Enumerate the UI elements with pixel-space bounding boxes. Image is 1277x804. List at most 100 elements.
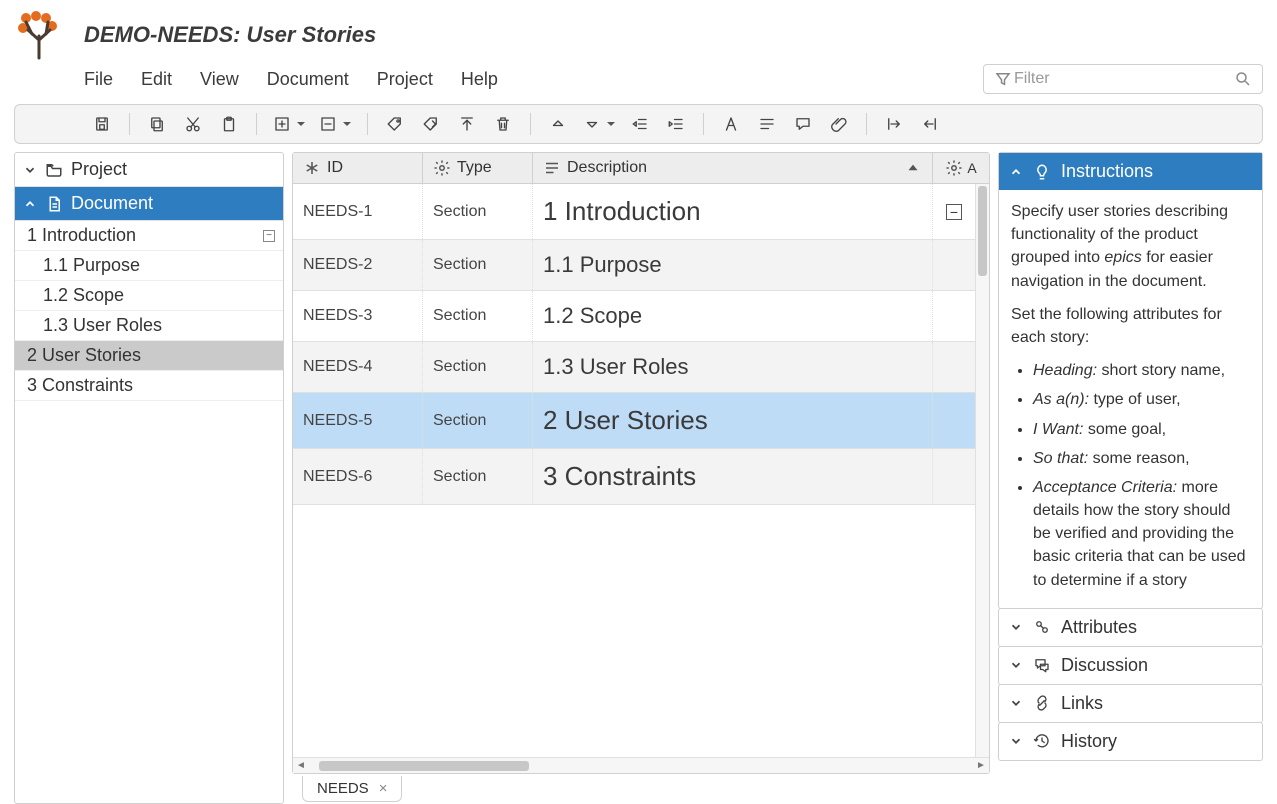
app-title: DEMO-NEEDS: User Stories	[84, 22, 376, 48]
cell-description: 1.3 User Roles	[533, 342, 933, 392]
cell-id: NEEDS-2	[293, 240, 423, 290]
tree-collapse-icon[interactable]: −	[263, 230, 275, 242]
remove-row-button[interactable]	[313, 109, 357, 139]
instructions-body: Specify user stories describing function…	[999, 190, 1262, 608]
horizontal-scrollbar[interactable]: ◄ ►	[293, 757, 989, 773]
cell-actions	[933, 393, 975, 448]
format-text-button[interactable]	[714, 109, 748, 139]
menu-edit[interactable]: Edit	[141, 69, 172, 90]
table-row[interactable]: NEEDS-1Section1 Introduction−	[293, 184, 975, 240]
cell-type: Section	[423, 449, 533, 504]
filter-box[interactable]	[983, 64, 1263, 94]
cell-description: 1 Introduction	[533, 184, 933, 239]
cell-description: 2 User Stories	[533, 393, 933, 448]
expand-width-button[interactable]	[877, 109, 911, 139]
requirements-table: ID Type Description A NEEDS-1Section1 In…	[292, 152, 990, 774]
discussion-icon	[1033, 656, 1051, 674]
instruction-bullet: I Want: some goal,	[1033, 418, 1250, 441]
side-section-attributes[interactable]: Attributes	[999, 609, 1262, 646]
document-icon	[45, 195, 63, 213]
side-section-discussion[interactable]: Discussion	[999, 647, 1262, 684]
filter-input[interactable]	[1012, 69, 1234, 89]
add-row-button[interactable]	[267, 109, 311, 139]
links-icon	[1033, 694, 1051, 712]
chevron-up-icon	[1009, 165, 1023, 179]
copy-icon	[148, 115, 166, 133]
nav-item[interactable]: 2 User Stories	[15, 341, 283, 371]
cell-description: 3 Constraints	[533, 449, 933, 504]
instruction-bullet: So that: some reason,	[1033, 447, 1250, 470]
menu-project[interactable]: Project	[377, 69, 433, 90]
table-row[interactable]: NEEDS-4Section1.3 User Roles	[293, 342, 975, 393]
properties-panel: Instructions Specify user stories descri…	[998, 152, 1263, 804]
indent-button[interactable]	[659, 109, 693, 139]
delete-button[interactable]	[486, 109, 520, 139]
cell-id: NEEDS-3	[293, 291, 423, 341]
table-row[interactable]: NEEDS-2Section1.1 Purpose	[293, 240, 975, 291]
collapse-row-icon[interactable]: −	[946, 204, 962, 220]
close-icon[interactable]: ×	[379, 780, 388, 797]
attachment-button[interactable]	[822, 109, 856, 139]
side-section-links[interactable]: Links	[999, 685, 1262, 722]
document-tab[interactable]: NEEDS×	[302, 776, 402, 802]
cut-icon	[184, 115, 202, 133]
side-section-label: Attributes	[1061, 617, 1137, 638]
column-description[interactable]: Description	[533, 153, 933, 183]
nav-item[interactable]: 1.2 Scope	[15, 281, 283, 311]
nav-document-label: Document	[71, 193, 153, 214]
nav-document[interactable]: Document	[15, 187, 283, 221]
table-row[interactable]: NEEDS-6Section3 Constraints	[293, 449, 975, 505]
column-type[interactable]: Type	[423, 153, 533, 183]
cut-button[interactable]	[176, 109, 210, 139]
chevron-down-icon	[1009, 734, 1023, 748]
vertical-scrollbar[interactable]	[975, 184, 989, 757]
side-section-instructions[interactable]: Instructions	[999, 153, 1262, 190]
nav-project[interactable]: Project	[15, 153, 283, 187]
navigator-panel: Project Document 1 Introduction− 1.1 Purp…	[14, 152, 284, 804]
nav-item[interactable]: 3 Constraints	[15, 371, 283, 401]
menu-help[interactable]: Help	[461, 69, 498, 90]
filter-icon	[994, 70, 1012, 88]
collapse-width-icon	[921, 115, 939, 133]
menu-document[interactable]: Document	[267, 69, 349, 90]
tag-icon	[386, 115, 404, 133]
side-section-history[interactable]: History	[999, 723, 1262, 760]
save-button[interactable]	[85, 109, 119, 139]
outdent-button[interactable]	[623, 109, 657, 139]
tag-up-button[interactable]	[450, 109, 484, 139]
cell-actions	[933, 291, 975, 341]
cell-type: Section	[423, 291, 533, 341]
table-row[interactable]: NEEDS-3Section1.2 Scope	[293, 291, 975, 342]
tag-forward-button[interactable]	[414, 109, 448, 139]
asterisk-icon	[303, 159, 321, 177]
lightbulb-icon	[1033, 163, 1051, 181]
cell-type: Section	[423, 184, 533, 239]
collapse-width-button[interactable]	[913, 109, 947, 139]
comment-button[interactable]	[786, 109, 820, 139]
menu-file[interactable]: File	[84, 69, 113, 90]
nav-item[interactable]: 1.1 Purpose	[15, 251, 283, 281]
move-up-button[interactable]	[541, 109, 575, 139]
move-down-button[interactable]	[577, 109, 621, 139]
app-logo	[14, 10, 64, 60]
chevron-up-icon	[23, 197, 37, 211]
paste-icon	[220, 115, 238, 133]
table-row[interactable]: NEEDS-5Section2 User Stories	[293, 393, 975, 449]
nav-item-label: 1.1 Purpose	[43, 255, 140, 276]
cell-type: Section	[423, 393, 533, 448]
attributes-icon	[1033, 618, 1051, 636]
paste-button[interactable]	[212, 109, 246, 139]
format-text-icon	[722, 115, 740, 133]
save-icon	[93, 115, 111, 133]
menu-view[interactable]: View	[200, 69, 239, 90]
cell-id: NEEDS-5	[293, 393, 423, 448]
nav-item[interactable]: 1 Introduction−	[15, 221, 283, 251]
cell-actions	[933, 342, 975, 392]
copy-button[interactable]	[140, 109, 174, 139]
chevron-down-icon	[1009, 620, 1023, 634]
align-button[interactable]	[750, 109, 784, 139]
column-id[interactable]: ID	[293, 153, 423, 183]
nav-item[interactable]: 1.3 User Roles	[15, 311, 283, 341]
column-actions[interactable]: A	[933, 153, 989, 183]
tag-button[interactable]	[378, 109, 412, 139]
